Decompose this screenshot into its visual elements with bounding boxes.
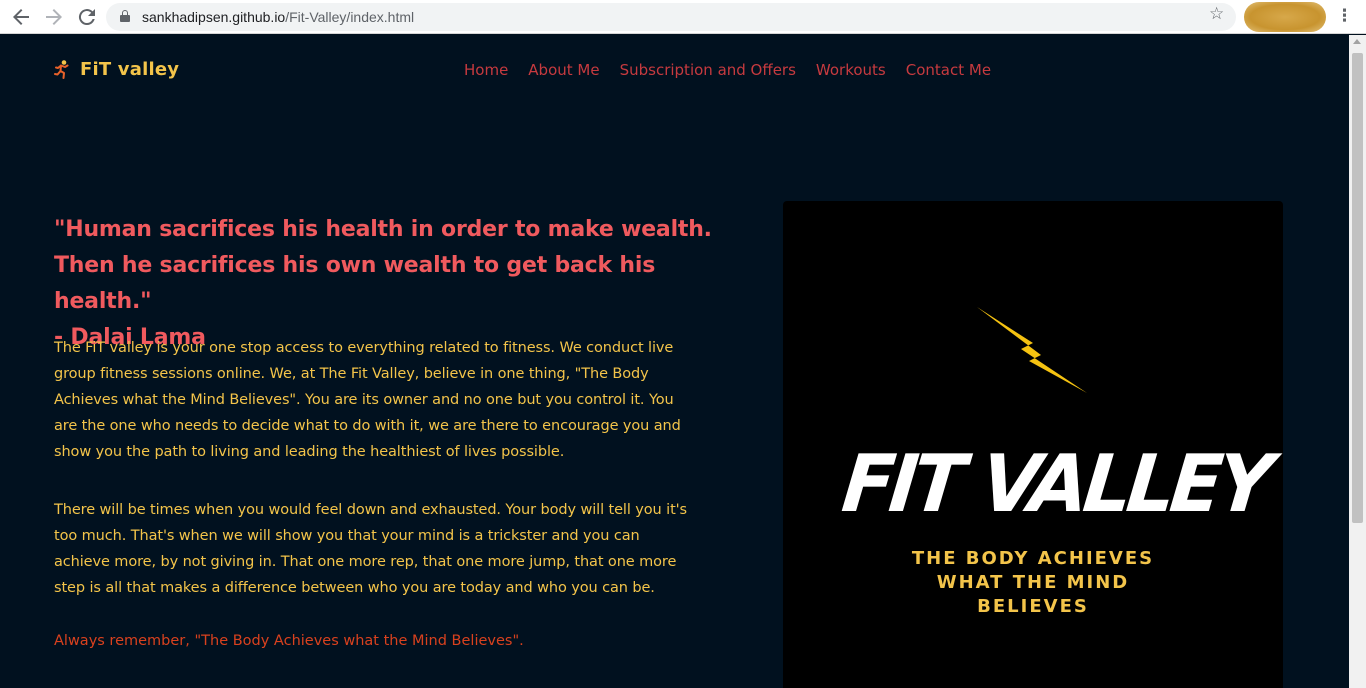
star-icon[interactable]: ☆ xyxy=(1209,4,1224,24)
motivation-paragraph: There will be times when you would feel … xyxy=(54,502,688,596)
brand-link[interactable]: FiT valley xyxy=(54,59,179,80)
nav-about-me[interactable]: About Me xyxy=(528,61,599,79)
remember-text: Always remember, "The Body Achieves what… xyxy=(54,633,524,649)
address-bar[interactable]: sankhadipsen.github.io/Fit-Valley/index.… xyxy=(106,3,1236,31)
scroll-up-icon[interactable] xyxy=(1353,39,1361,44)
quote-line: "Human sacrifices his health in order to… xyxy=(54,217,712,242)
nav-workouts[interactable]: Workouts xyxy=(816,61,886,79)
quote-line: Then he sacrifices his own wealth to get… xyxy=(54,253,656,314)
back-arrow-icon[interactable] xyxy=(9,5,33,29)
kebab-menu-icon[interactable]: ⋮ xyxy=(1336,4,1353,28)
lock-icon xyxy=(120,10,130,22)
tagline-line: THE BODY ACHIEVES xyxy=(911,548,1155,569)
hero-logo-card: FIT VALLEY THE BODY ACHIEVES WHAT THE MI… xyxy=(783,201,1283,688)
profile-avatar[interactable] xyxy=(1244,2,1326,32)
reload-icon[interactable] xyxy=(75,5,99,29)
main-nav: Home About Me Subscription and Offers Wo… xyxy=(464,61,1011,79)
fit-valley-page: FiT valley Home About Me Subscription an… xyxy=(0,35,1349,688)
browser-toolbar: sankhadipsen.github.io/Fit-Valley/index.… xyxy=(0,0,1366,34)
running-person-icon xyxy=(54,59,69,79)
logo-tagline: THE BODY ACHIEVES WHAT THE MIND BELIEVES xyxy=(783,547,1283,619)
brand-name: FiT valley xyxy=(80,59,180,80)
tagline-line: WHAT THE MIND xyxy=(936,572,1130,593)
nav-contact-me[interactable]: Contact Me xyxy=(906,61,991,79)
url-text: sankhadipsen.github.io/Fit-Valley/index.… xyxy=(142,9,415,25)
tagline-line: BELIEVES xyxy=(977,596,1089,617)
forward-arrow-icon[interactable] xyxy=(42,5,66,29)
intro-paragraph: The FiT valley is your one stop access t… xyxy=(54,340,681,460)
scroll-thumb[interactable] xyxy=(1352,53,1363,523)
page-scrollbar[interactable] xyxy=(1349,35,1366,688)
logo-wordmark: FIT VALLEY xyxy=(838,437,1273,530)
lightning-bolt-icon xyxy=(977,307,1087,393)
nav-subscription-and-offers[interactable]: Subscription and Offers xyxy=(620,61,796,79)
nav-home[interactable]: Home xyxy=(464,61,508,79)
